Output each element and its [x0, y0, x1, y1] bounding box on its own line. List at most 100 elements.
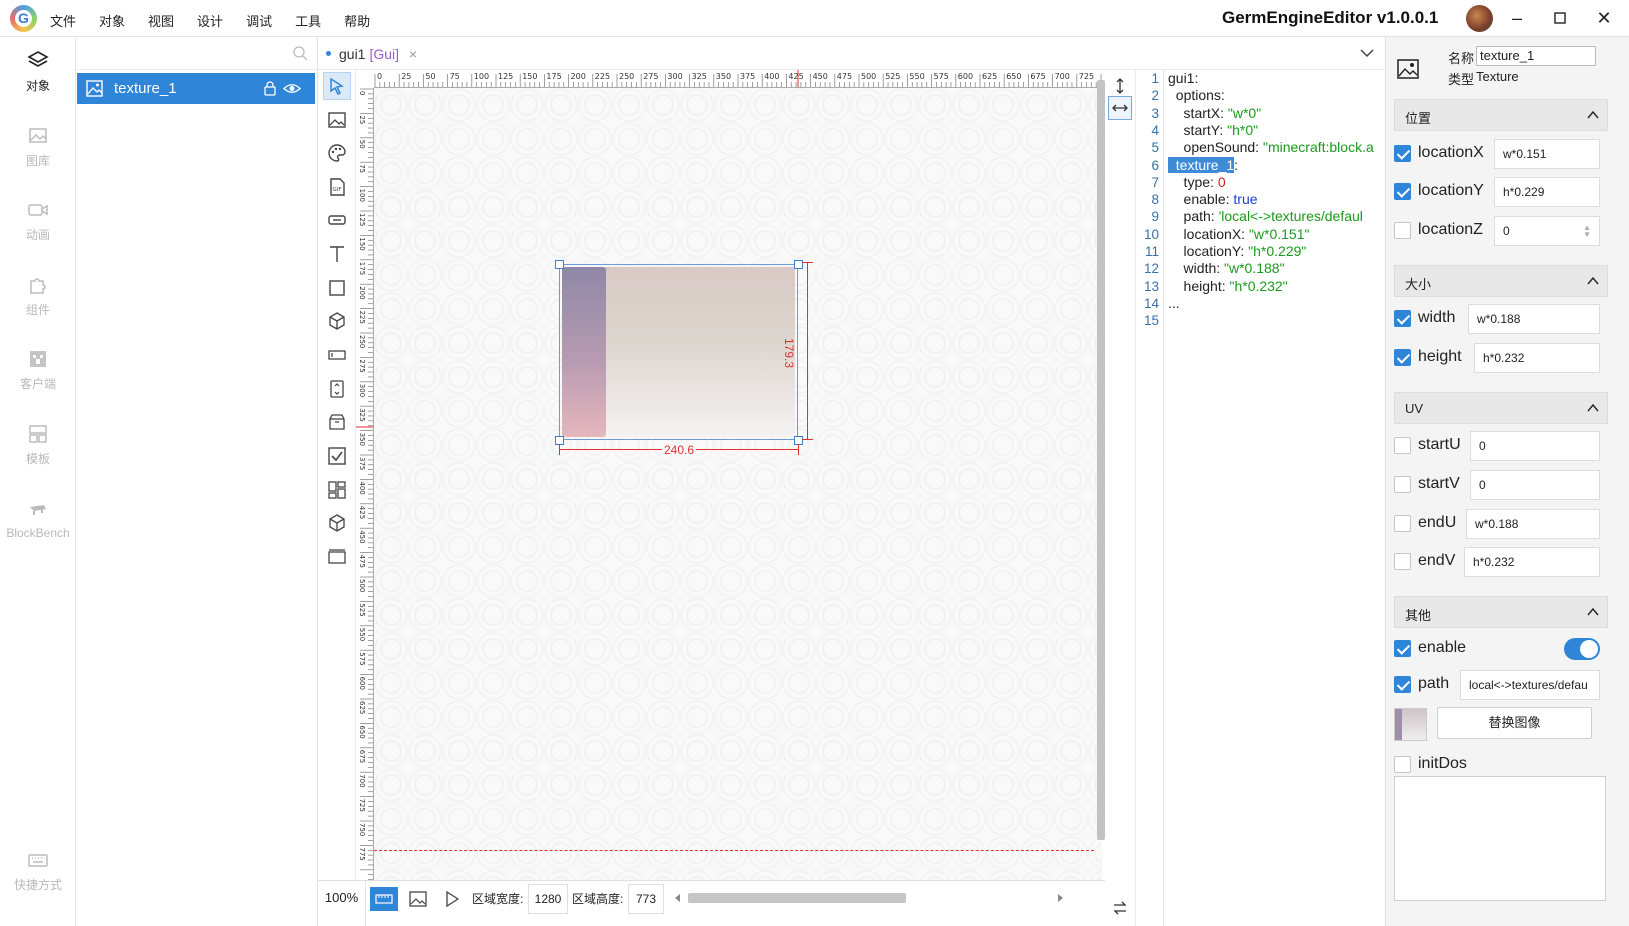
- sidebar-item-gallery[interactable]: 图库: [0, 112, 76, 182]
- code-line[interactable]: startX: "w*0": [1168, 105, 1262, 121]
- object-search-input[interactable]: [80, 41, 280, 65]
- model-tool[interactable]: [323, 509, 351, 537]
- section-uv[interactable]: UV: [1394, 392, 1608, 424]
- number-spinner-icon[interactable]: ▲ ▼: [1583, 224, 1591, 239]
- menu-file[interactable]: 文件: [50, 11, 76, 30]
- code-line[interactable]: texture_1:: [1168, 156, 1238, 173]
- sidebar-item-shortcuts[interactable]: 快捷方式: [0, 836, 76, 906]
- locationX-input[interactable]: w*0.151: [1494, 139, 1600, 169]
- text-tool[interactable]: [323, 240, 351, 268]
- width-checkbox[interactable]: [1394, 310, 1411, 327]
- code-line[interactable]: width: "w*0.188": [1168, 260, 1285, 276]
- sidebar-item-templates[interactable]: 模板: [0, 410, 76, 480]
- endV-checkbox[interactable]: [1394, 553, 1411, 570]
- sidebar-item-objects[interactable]: 对象: [0, 37, 76, 107]
- color-tool[interactable]: [323, 139, 351, 167]
- code-line[interactable]: locationY: "h*0.229": [1168, 243, 1307, 259]
- locationY-checkbox[interactable]: [1394, 183, 1411, 200]
- maximize-icon[interactable]: [1548, 6, 1572, 30]
- preview-play-button[interactable]: [438, 887, 466, 911]
- horizontal-split-icon[interactable]: [1108, 96, 1132, 120]
- canvas-horizontal-scrollbar[interactable]: [674, 893, 1064, 903]
- code-line[interactable]: gui1:: [1168, 70, 1198, 86]
- layout-tool[interactable]: [323, 476, 351, 504]
- chevron-down-icon[interactable]: [1359, 45, 1375, 61]
- ruler-toggle-button[interactable]: [370, 887, 398, 911]
- sidebar-item-blockbench[interactable]: BlockBench: [0, 485, 76, 555]
- path-checkbox[interactable]: [1394, 676, 1411, 693]
- height-checkbox[interactable]: [1394, 349, 1411, 366]
- menu-design[interactable]: 设计: [197, 11, 223, 30]
- area-height-input[interactable]: 773: [628, 884, 664, 914]
- background-image-button[interactable]: [404, 887, 432, 911]
- select-tool[interactable]: [323, 72, 351, 100]
- code-line[interactable]: options:: [1168, 87, 1225, 103]
- tab-close-icon[interactable]: ×: [409, 46, 417, 62]
- width-input[interactable]: w*0.188: [1468, 304, 1600, 334]
- resize-handle-top-left[interactable]: [555, 260, 564, 269]
- object-list-item[interactable]: texture_1: [77, 73, 315, 104]
- initdos-textarea[interactable]: [1394, 776, 1606, 901]
- lock-icon[interactable]: [263, 81, 277, 96]
- canvas-tool[interactable]: [323, 543, 351, 571]
- close-window-icon[interactable]: ✕: [1592, 6, 1616, 30]
- scroll-right-icon[interactable]: [1056, 894, 1064, 902]
- eye-icon[interactable]: [283, 81, 301, 96]
- area-width-input[interactable]: 1280: [528, 884, 568, 914]
- zoom-level[interactable]: 100%: [318, 881, 366, 926]
- scroll-left-icon[interactable]: [674, 894, 682, 902]
- search-icon[interactable]: [292, 45, 308, 61]
- initdos-checkbox[interactable]: [1394, 756, 1411, 773]
- code-line[interactable]: type: 0: [1168, 174, 1226, 190]
- name-field[interactable]: texture_1: [1476, 46, 1596, 66]
- texture-tool[interactable]: [323, 106, 351, 134]
- startV-input[interactable]: 0: [1470, 470, 1600, 500]
- code-line[interactable]: enable: true: [1168, 191, 1258, 207]
- endV-input[interactable]: h*0.232: [1464, 547, 1600, 577]
- locationX-checkbox[interactable]: [1394, 145, 1411, 162]
- height-input[interactable]: h*0.232: [1474, 343, 1600, 373]
- menu-view[interactable]: 视图: [148, 11, 174, 30]
- enable-checkbox[interactable]: [1394, 640, 1411, 657]
- code-line[interactable]: ...: [1168, 295, 1180, 311]
- endU-input[interactable]: w*0.188: [1466, 509, 1600, 539]
- design-canvas[interactable]: [374, 88, 1102, 880]
- sidebar-item-client[interactable]: 客户端: [0, 335, 76, 405]
- menu-debug[interactable]: 调试: [246, 11, 272, 30]
- checkbox-tool[interactable]: [323, 442, 351, 470]
- code-line[interactable]: startY: "h*0": [1168, 122, 1259, 138]
- code-line[interactable]: height: "h*0.232": [1168, 278, 1288, 294]
- horizontal-scroll-thumb[interactable]: [688, 893, 906, 903]
- startV-checkbox[interactable]: [1394, 476, 1411, 493]
- code-line[interactable]: locationX: "w*0.151": [1168, 226, 1310, 242]
- startU-input[interactable]: 0: [1470, 431, 1600, 461]
- swap-panels-icon[interactable]: [1108, 896, 1132, 920]
- yaml-code-editor[interactable]: 1 2 3 4 5 6 7 8 9 10 11 12 13 14 15 gui1: options: sta…: [1136, 70, 1385, 926]
- menu-help[interactable]: 帮助: [344, 11, 370, 30]
- section-position[interactable]: 位置: [1394, 99, 1608, 131]
- selection-box[interactable]: [559, 264, 798, 440]
- menu-tools[interactable]: 工具: [295, 11, 321, 30]
- entity-tool[interactable]: [323, 307, 351, 335]
- minimize-icon[interactable]: –: [1505, 6, 1529, 30]
- path-input[interactable]: local<->textures/defau: [1460, 670, 1600, 700]
- locationZ-input[interactable]: 0 ▲ ▼: [1494, 216, 1600, 246]
- section-other[interactable]: 其他: [1394, 596, 1608, 628]
- rectangle-tool[interactable]: [323, 274, 351, 302]
- code-line[interactable]: openSound: "minecraft:block.a: [1168, 139, 1374, 155]
- endU-checkbox[interactable]: [1394, 515, 1411, 532]
- input-tool[interactable]: [323, 341, 351, 369]
- sidebar-item-animation[interactable]: 动画: [0, 186, 76, 256]
- gif-tool[interactable]: GIF: [323, 173, 351, 201]
- section-size[interactable]: 大小: [1394, 265, 1608, 297]
- user-avatar[interactable]: [1466, 5, 1493, 32]
- sidebar-item-components[interactable]: 组件: [0, 261, 76, 331]
- tab-gui1[interactable]: gui1 [Gui] ×: [326, 37, 417, 70]
- vertical-split-icon[interactable]: [1108, 74, 1132, 98]
- startU-checkbox[interactable]: [1394, 437, 1411, 454]
- enable-toggle[interactable]: [1564, 638, 1600, 660]
- canvas-vertical-scrollbar[interactable]: [1097, 80, 1105, 840]
- locationZ-checkbox[interactable]: [1394, 222, 1411, 239]
- locationY-input[interactable]: h*0.229: [1494, 177, 1600, 207]
- code-line[interactable]: path: 'local<->textures/defaul: [1168, 208, 1363, 224]
